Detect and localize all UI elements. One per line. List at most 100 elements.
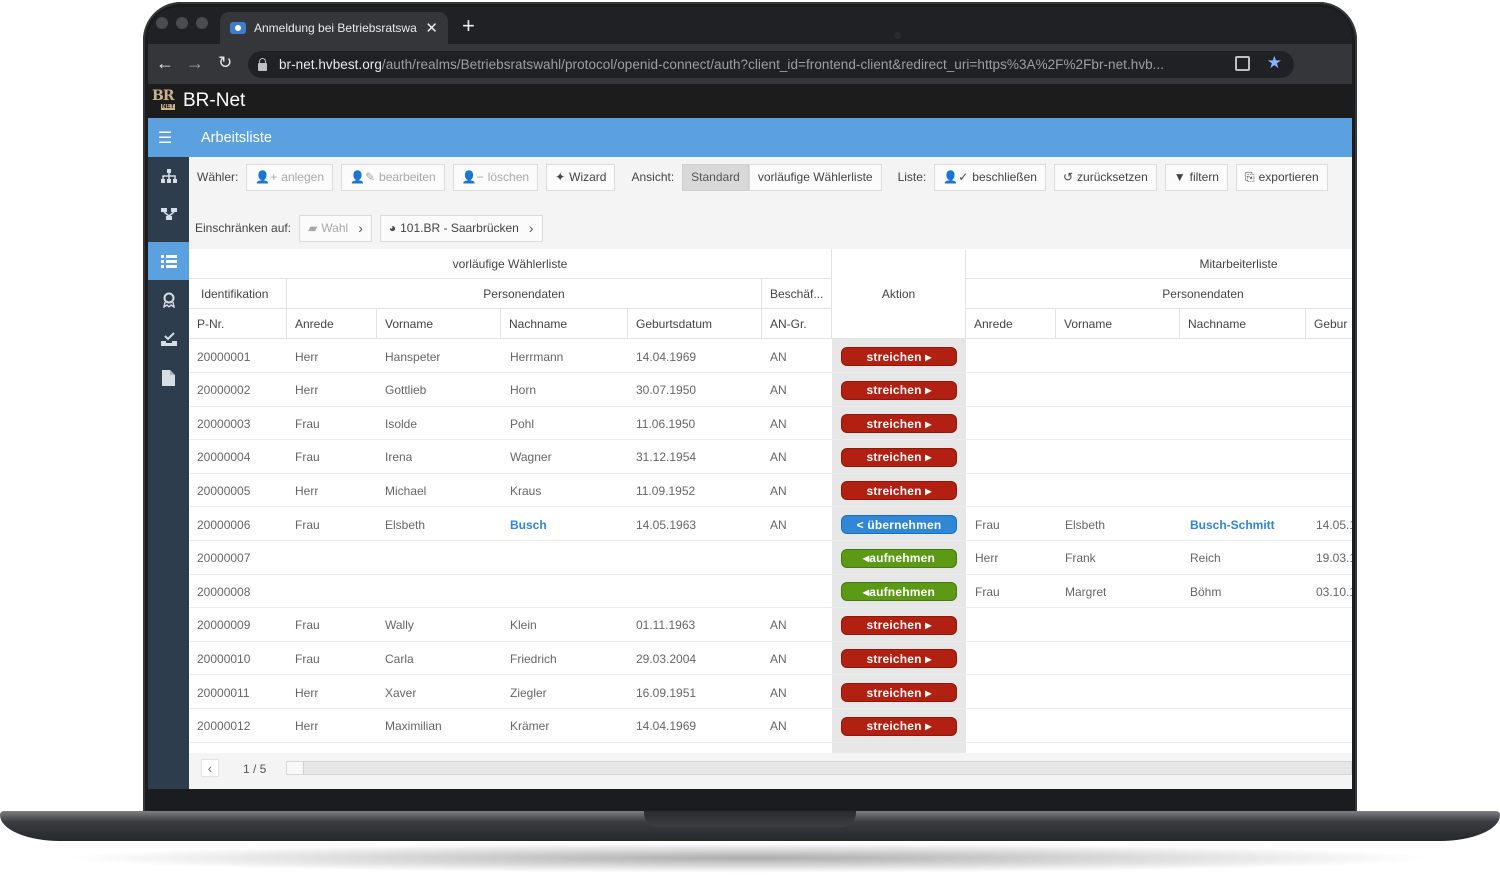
cell-geb: 11.09.1952 xyxy=(636,483,696,498)
liste-label: Liste: xyxy=(897,170,927,184)
table-row[interactable]: 20000003 Frau Isolde Pohl 11.06.1950 AN streic… xyxy=(189,407,1352,441)
table-row[interactable]: 20000008 Frau Margret Böhm 03.10.1 ◂aufnehmen xyxy=(189,575,1352,609)
anlegen-button[interactable]: 👤+ anlegen xyxy=(246,163,334,191)
column-header[interactable]: Anrede xyxy=(966,309,1056,339)
sub-header-identifikation: Identifikation xyxy=(189,279,287,309)
column-header[interactable]: Nachname xyxy=(501,309,628,339)
cell-angr: AN xyxy=(770,651,787,666)
cell-angr: AN xyxy=(770,517,787,532)
cell-pnr: 20000011 xyxy=(197,685,250,700)
streichen-button[interactable]: streichen ▸ xyxy=(841,380,957,400)
cell-r_vorname: Margret xyxy=(1065,584,1107,599)
table-row[interactable]: 20000010 Frau Carla Friedrich 29.03.2004 AN st… xyxy=(189,642,1352,676)
wizard-button[interactable]: ✦ Wizard xyxy=(546,163,616,191)
add-user-icon: 👤+ xyxy=(255,170,278,184)
column-header[interactable]: Vorname xyxy=(1056,309,1180,339)
cell-anrede: Frau xyxy=(295,416,320,431)
award-icon[interactable] xyxy=(148,281,189,319)
cell-geb: 31.12.1954 xyxy=(636,450,697,465)
new-tab-icon[interactable]: + xyxy=(462,13,475,39)
table-row[interactable]: 20000007 Herr Frank Reich 19.03.1 ◂aufnehmen xyxy=(189,542,1352,575)
waehler-label: Wähler: xyxy=(197,170,239,184)
streichen-button[interactable]: streichen ▸ xyxy=(841,716,957,736)
sidebar xyxy=(148,157,189,789)
window-close-dot[interactable] xyxy=(156,17,168,29)
view-standard-button[interactable]: Standard xyxy=(682,163,749,191)
filtern-button[interactable]: ▼ filtern xyxy=(1164,163,1228,191)
column-header[interactable]: Anrede xyxy=(287,309,377,339)
cell-geb: 29.03.2004 xyxy=(636,651,697,666)
cell-r_geb: 19.03.1 xyxy=(1316,551,1352,566)
chevron-right-icon: › xyxy=(358,220,363,236)
horizontal-scrollbar[interactable] xyxy=(286,761,1352,775)
cell-angr: AN xyxy=(770,450,787,465)
window-minimize-dot[interactable] xyxy=(176,17,188,29)
table-row[interactable]: 20000005 Herr Michael Kraus 11.09.1952 AN stre… xyxy=(189,474,1352,508)
streichen-button[interactable]: streichen ▸ xyxy=(841,447,957,467)
forward-icon[interactable]: → xyxy=(186,53,204,74)
cell-anrede: Frau xyxy=(295,517,320,532)
table-row[interactable]: 20000012 Herr Maximilian Krämer 14.04.1969 AN… xyxy=(189,710,1352,743)
filter-unit-button[interactable]: ◕ 101.BR - Saarbrücken › xyxy=(379,214,543,242)
streichen-button[interactable]: streichen ▸ xyxy=(841,615,957,635)
aktion-header: Aktion xyxy=(832,249,966,339)
scrollbar-thumb[interactable] xyxy=(287,762,304,774)
page-title-bar: ☰ Arbeitsliste xyxy=(148,118,1352,157)
document-icon[interactable] xyxy=(148,359,189,397)
column-header[interactable]: Geburtsdatum xyxy=(628,309,762,339)
table-row[interactable]: 20000001 Herr Hanspeter Herrmann 14.04.1969 A… xyxy=(189,340,1352,373)
cell-r_anrede: Frau xyxy=(975,517,1000,532)
qr-code-icon[interactable] xyxy=(1235,56,1250,71)
column-header[interactable]: AN-Gr. xyxy=(762,309,832,339)
back-icon[interactable]: ← xyxy=(156,53,174,74)
streichen-button[interactable]: streichen ▸ xyxy=(841,683,957,702)
column-header[interactable]: Gebur xyxy=(1306,309,1352,339)
aufnehmen-button[interactable]: ◂aufnehmen xyxy=(841,582,957,602)
cell-geb: 14.04.1969 xyxy=(636,719,697,734)
streichen-button[interactable]: streichen ▸ xyxy=(841,481,957,501)
cell-geb: 14.05.1963 xyxy=(636,517,697,532)
user-check-icon: 👤✓ xyxy=(943,170,969,184)
address-bar[interactable]: br-net.hvbest.org/auth/realms/Betriebsra… xyxy=(248,51,1294,78)
cell-geb: 11.06.1950 xyxy=(636,416,696,431)
table-row[interactable]: 20000002 Herr Gottlieb Horn 30.07.1950 AN stre… xyxy=(189,374,1352,407)
loeschen-button[interactable]: 👤− löschen xyxy=(452,163,539,191)
exportieren-button[interactable]: ⎘ exportieren xyxy=(1235,163,1328,191)
chevron-right-icon: › xyxy=(528,220,534,236)
table-row[interactable]: 20000004 Frau Irena Wagner 31.12.1954 AN strei… xyxy=(189,441,1352,474)
browser-tab[interactable]: Anmeldung bei Betriebsratswa ✕ xyxy=(220,12,448,44)
filter-label: Einschränken auf: xyxy=(195,221,292,235)
filter-wahl-button[interactable]: ▰ Wahl › xyxy=(299,214,372,242)
cell-r_geb: 03.10.1 xyxy=(1316,584,1352,599)
column-header[interactable]: Nachname xyxy=(1180,309,1306,339)
beschliessen-button[interactable]: 👤✓ beschließen xyxy=(934,163,1046,191)
column-header[interactable]: P-Nr. xyxy=(189,309,287,339)
previous-page-button[interactable]: ‹ xyxy=(201,759,219,777)
table-row[interactable]: 20000011 Herr Xaver Ziegler 16.09.1951 AN stre… xyxy=(189,676,1352,709)
list-icon[interactable] xyxy=(148,242,189,280)
folder-icon: ▰ xyxy=(308,221,318,235)
uebernehmen-button[interactable]: < übernehmen xyxy=(841,515,957,534)
cell-pnr: 20000006 xyxy=(197,517,251,532)
inbox-check-icon[interactable] xyxy=(148,320,189,358)
reload-icon[interactable]: ↻ xyxy=(218,53,232,73)
tab-close-icon[interactable]: ✕ xyxy=(425,19,438,37)
view-vorlaeufige-button[interactable]: vorläufige Wählerliste xyxy=(748,163,882,191)
menu-icon[interactable]: ☰ xyxy=(148,118,182,157)
cell-vorname: Gottlieb xyxy=(385,383,427,398)
cell-angr: AN xyxy=(770,416,787,431)
cell-anrede: Frau xyxy=(295,618,320,633)
zuruecksetzen-button[interactable]: ↺ zurücksetzen xyxy=(1053,163,1157,191)
table-row[interactable]: 20000009 Frau Wally Klein 01.11.1963 AN streic… xyxy=(189,609,1352,642)
bookmark-star-icon[interactable]: ★ xyxy=(1267,53,1282,73)
window-zoom-dot[interactable] xyxy=(196,17,208,29)
streichen-button[interactable]: streichen ▸ xyxy=(841,347,957,366)
table-row[interactable]: 20000006 Frau Elsbeth Busch 14.05.1963 AN Frau… xyxy=(189,508,1352,541)
bearbeiten-button[interactable]: 👤✎ bearbeiten xyxy=(341,163,445,191)
aufnehmen-button[interactable]: ◂aufnehmen xyxy=(841,548,957,568)
workflow-icon[interactable] xyxy=(148,195,189,233)
sitemap-icon[interactable] xyxy=(148,157,189,195)
streichen-button[interactable]: streichen ▸ xyxy=(841,414,957,434)
streichen-button[interactable]: streichen ▸ xyxy=(841,649,957,669)
column-header[interactable]: Vorname xyxy=(377,309,501,339)
